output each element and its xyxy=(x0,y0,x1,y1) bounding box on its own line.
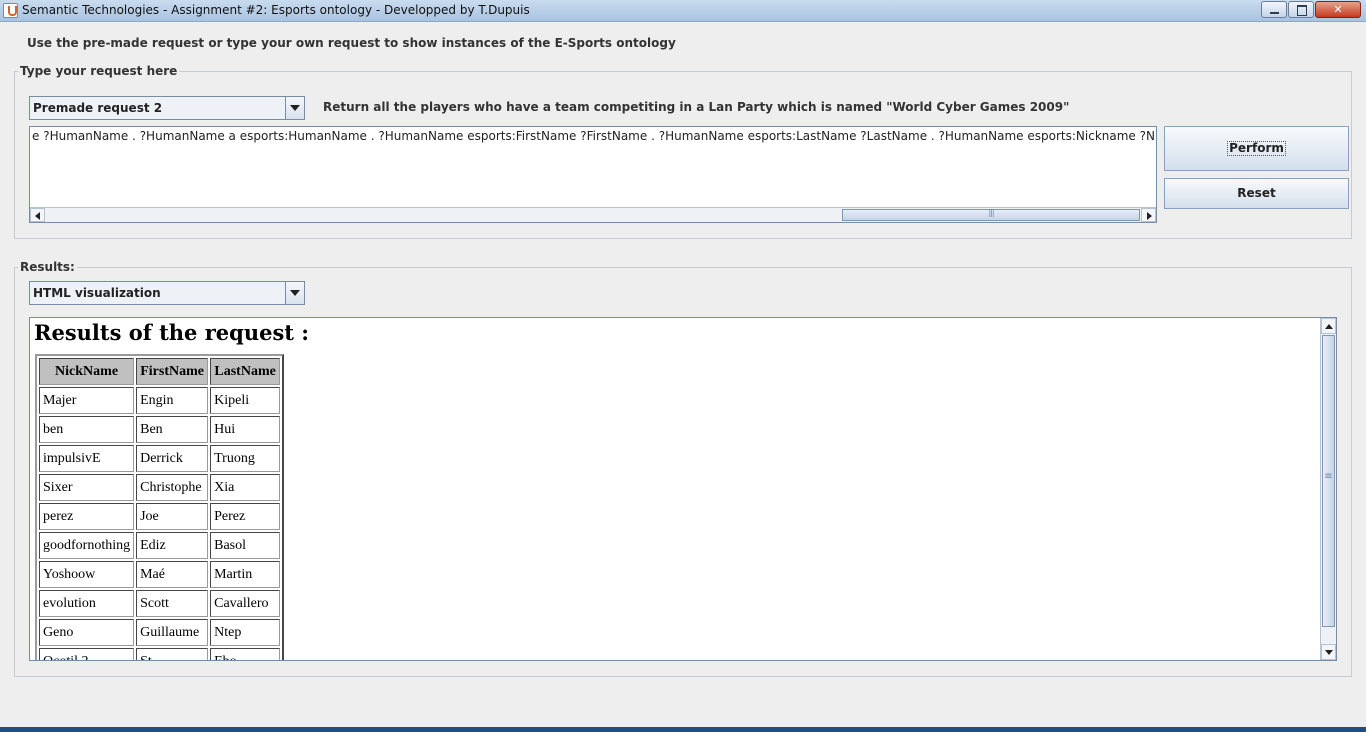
chevron-down-icon[interactable] xyxy=(285,97,304,119)
reset-button[interactable]: Reset xyxy=(1164,178,1349,209)
table-cell: impulsivE xyxy=(39,445,135,472)
scroll-down-icon[interactable] xyxy=(1321,644,1336,660)
request-group-legend: Type your request here xyxy=(18,64,180,78)
maximize-icon[interactable] xyxy=(1288,1,1314,18)
table-cell: evolution xyxy=(39,590,135,617)
perform-button-label: Perform xyxy=(1227,141,1286,156)
results-view-select[interactable]: HTML visualization xyxy=(29,281,305,305)
minimize-icon[interactable] xyxy=(1261,1,1287,18)
premade-request-select[interactable]: Premade request 2 xyxy=(29,96,305,120)
table-row: Geno Guillaume Ntep xyxy=(39,619,281,646)
table-row: evolution Scott Cavallero xyxy=(39,590,281,617)
premade-request-value: Premade request 2 xyxy=(33,101,163,115)
table-row: perez Joe Perez xyxy=(39,503,281,530)
scroll-up-icon[interactable] xyxy=(1321,318,1336,334)
vertical-scrollbar[interactable] xyxy=(1320,318,1336,660)
table-header-row: NickName FirstName LastName xyxy=(39,358,281,385)
column-header: FirstName xyxy=(136,358,209,385)
intro-text: Use the pre-made request or type your ow… xyxy=(27,36,676,50)
table-cell: ben xyxy=(39,416,135,443)
table-cell: Ediz xyxy=(136,532,209,559)
table-cell: Cavallero xyxy=(210,590,281,617)
table-row: ben Ben Hui xyxy=(39,416,281,443)
horizontal-scrollbar[interactable] xyxy=(30,207,1156,222)
chevron-down-icon[interactable] xyxy=(285,282,304,304)
query-text[interactable]: e ?HumanName . ?HumanName a esports:Huma… xyxy=(32,129,1156,143)
request-description: Return all the players who have a team c… xyxy=(323,100,1070,114)
results-view-value: HTML visualization xyxy=(33,286,161,300)
perform-button[interactable]: Perform xyxy=(1164,126,1349,171)
scroll-left-icon[interactable] xyxy=(30,208,45,222)
table-cell: Yoshoow xyxy=(39,561,135,588)
java-app-icon[interactable] xyxy=(3,3,18,18)
table-cell: Geno xyxy=(39,619,135,646)
close-icon[interactable] xyxy=(1315,1,1361,18)
table-cell: Ocotil 2 xyxy=(39,648,135,660)
column-header: NickName xyxy=(39,358,135,385)
table-cell: Xia xyxy=(210,474,281,501)
table-cell: Ebo xyxy=(210,648,281,660)
table-cell: Guillaume xyxy=(136,619,209,646)
table-row: Majer Engin Kipeli xyxy=(39,387,281,414)
table-cell: Joe xyxy=(136,503,209,530)
table-cell: Derrick xyxy=(136,445,209,472)
table-cell: Ntep xyxy=(210,619,281,646)
table-cell: St xyxy=(136,648,209,660)
results-table: NickName FirstName LastName Majer Engin Ki… xyxy=(35,354,285,660)
table-cell: Hui xyxy=(210,416,281,443)
table-cell: Basol xyxy=(210,532,281,559)
table-cell: Engin xyxy=(136,387,209,414)
table-row: Yoshoow Maé Martin xyxy=(39,561,281,588)
table-cell: Christophe xyxy=(136,474,209,501)
table-row: impulsivE Derrick Truong xyxy=(39,445,281,472)
results-content: Results of the request : NickName FirstN… xyxy=(30,318,1320,660)
results-heading: Results of the request : xyxy=(34,320,310,345)
table-row: Ocotil 2StEbo xyxy=(39,648,281,660)
table-cell: goodfornothing xyxy=(39,532,135,559)
table-row: goodfornothing Ediz Basol xyxy=(39,532,281,559)
results-group-legend: Results: xyxy=(18,260,77,274)
scroll-right-icon[interactable] xyxy=(1141,208,1156,222)
table-cell: Majer xyxy=(39,387,135,414)
table-cell: Sixer xyxy=(39,474,135,501)
table-cell: Perez xyxy=(210,503,281,530)
table-row: Sixer Christophe Xia xyxy=(39,474,281,501)
results-pane[interactable]: Results of the request : NickName FirstN… xyxy=(29,317,1337,661)
table-cell: Scott xyxy=(136,590,209,617)
horizontal-scroll-thumb[interactable] xyxy=(842,208,1140,221)
query-textarea[interactable]: e ?HumanName . ?HumanName a esports:Huma… xyxy=(29,126,1157,223)
table-cell: Truong xyxy=(210,445,281,472)
column-header: LastName xyxy=(210,358,281,385)
table-cell: Maé xyxy=(136,561,209,588)
table-cell: Martin xyxy=(210,561,281,588)
table-cell: Kipeli xyxy=(210,387,281,414)
taskbar xyxy=(0,727,1366,732)
table-cell: perez xyxy=(39,503,135,530)
vertical-scroll-thumb[interactable] xyxy=(1322,335,1335,627)
window-title: Semantic Technologies - Assignment #2: E… xyxy=(22,3,530,17)
title-bar: Semantic Technologies - Assignment #2: E… xyxy=(0,0,1366,22)
table-cell: Ben xyxy=(136,416,209,443)
